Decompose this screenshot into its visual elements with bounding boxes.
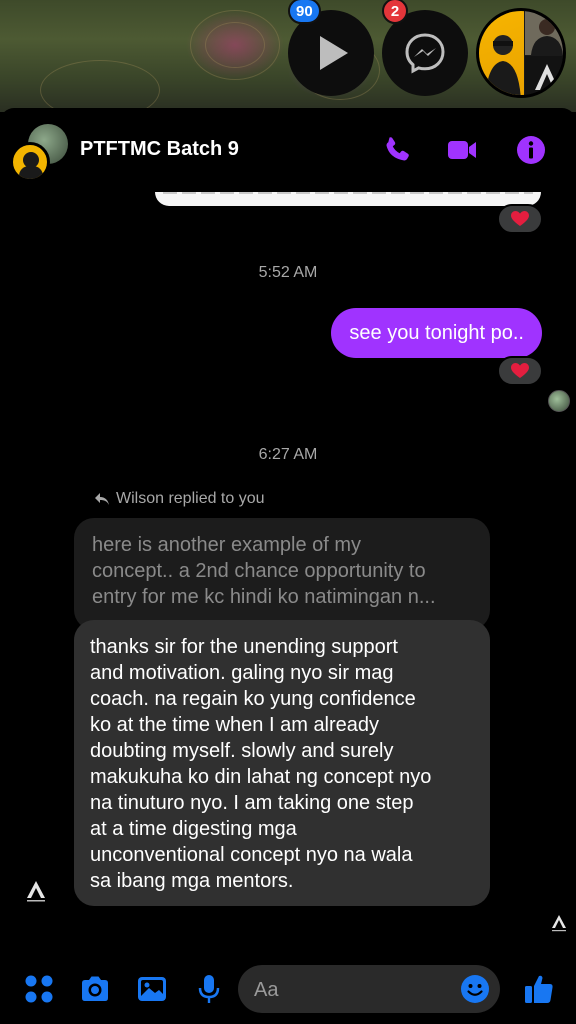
message-line: sa ibang mga mentors. (90, 870, 294, 892)
incoming-message[interactable]: thanks sir for the unending support and … (74, 620, 490, 906)
thumbs-up-icon[interactable] (522, 972, 556, 1006)
reply-arrow-icon (95, 493, 109, 505)
message-line: at a time digesting mga (90, 818, 297, 840)
sender-avatar[interactable] (22, 878, 50, 906)
heart-reaction[interactable] (497, 204, 543, 234)
message-input-placeholder: Aa (254, 979, 279, 1001)
reply-label: Wilson replied to you (94, 490, 265, 508)
map-contour (40, 60, 160, 112)
message-composer: Aa (0, 958, 576, 1024)
message-line: thanks sir for the unending support (90, 636, 398, 658)
apps-grid-icon[interactable] (22, 972, 56, 1006)
seen-indicator-avatar (548, 390, 570, 412)
timestamp: 5:52 AM (258, 264, 318, 281)
chat-head-group[interactable] (476, 8, 566, 98)
timestamp: 6:27 AM (258, 446, 318, 463)
avatar (10, 142, 50, 182)
video-call-icon[interactable] (446, 134, 478, 166)
message-input[interactable]: Aa (238, 965, 500, 1013)
logo-icon (535, 64, 559, 93)
group-photo-3 (525, 56, 563, 95)
shared-chart-image[interactable] (155, 192, 541, 206)
emoji-icon[interactable] (460, 974, 490, 1004)
chart-tick-labels (163, 192, 533, 194)
message-line: coach. na regain ko yung confidence (90, 688, 416, 710)
message-line: ko at the time when I am already (90, 714, 380, 736)
quoted-line: concept.. a 2nd chance opportunity to (92, 560, 426, 582)
group-photo-2 (525, 11, 563, 55)
info-icon[interactable] (515, 134, 547, 166)
map-contour (205, 22, 265, 68)
play-icon (320, 36, 348, 70)
message-line: and motivation. galing nyo sir mag (90, 662, 394, 684)
group-photo-1 (479, 11, 524, 95)
heart-icon (511, 211, 529, 226)
quoted-line: here is another example of my (92, 534, 362, 556)
gallery-icon[interactable] (135, 972, 169, 1006)
conversation-header: PTFTMC Batch 9 (0, 108, 576, 192)
group-avatar[interactable] (10, 124, 68, 182)
message-line: makukuha ko din lahat ng concept nyo (90, 766, 432, 788)
play-badge: 90 (288, 0, 321, 24)
heart-icon (511, 363, 529, 378)
reply-label-text: Wilson replied to you (116, 490, 265, 507)
quoted-message[interactable]: here is another example of my concept.. … (74, 518, 490, 630)
message-line: unconventional concept nyo na wala (90, 844, 413, 866)
quoted-line: entry for me kc hindi ko natimingan n... (92, 586, 436, 608)
person-icon (531, 19, 563, 55)
heart-reaction[interactable] (497, 356, 543, 386)
seen-indicator-avatar (548, 912, 570, 932)
conversation-panel: PTFTMC Batch 9 5:52 AM see you tonight p… (0, 108, 576, 1024)
microphone-icon[interactable] (192, 972, 226, 1006)
outgoing-message[interactable]: see you tonight po.. (331, 308, 542, 358)
message-line: doubting myself. slowly and surely (90, 740, 394, 762)
conversation-title[interactable]: PTFTMC Batch 9 (80, 138, 239, 161)
camera-icon[interactable] (78, 972, 112, 1006)
message-line: na tinuturo nyo. I am taking one step (90, 792, 414, 814)
person-body (19, 166, 43, 179)
message-list[interactable]: 5:52 AM see you tonight po.. 6:27 AM Wil… (0, 192, 576, 932)
person-icon (485, 35, 521, 95)
messenger-icon (405, 33, 445, 74)
phone-icon[interactable] (381, 134, 413, 166)
